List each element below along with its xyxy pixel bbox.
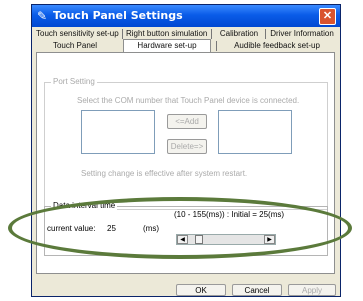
highlight-ellipse bbox=[8, 197, 352, 259]
tab-separator bbox=[211, 29, 212, 39]
window-title: Touch Panel Settings bbox=[53, 9, 183, 22]
ok-button[interactable]: OK bbox=[176, 284, 226, 296]
tab-separator bbox=[122, 29, 123, 39]
tab-separator bbox=[216, 41, 217, 51]
available-ports-list[interactable] bbox=[81, 110, 155, 154]
tab-separator bbox=[265, 29, 266, 39]
tab-touch-sensitivity[interactable]: Touch sensitivity set-up bbox=[36, 28, 119, 39]
restart-note: Setting change is effective after system… bbox=[81, 169, 248, 178]
pencil-icon: ✎ bbox=[37, 9, 48, 23]
tab-right-button-simulation[interactable]: Right button simulation bbox=[126, 28, 207, 39]
tab-audible-feedback[interactable]: Audible feedback set-up bbox=[222, 40, 332, 51]
apply-button[interactable]: Apply bbox=[288, 284, 336, 296]
title-bar[interactable]: ✎ Touch Panel Settings ✕ bbox=[32, 5, 340, 27]
tab-driver-information[interactable]: Driver Information bbox=[269, 28, 335, 39]
connected-ports-list[interactable] bbox=[218, 110, 292, 154]
add-button[interactable]: <=Add bbox=[167, 114, 207, 129]
port-instruction: Select the COM number that Touch Panel d… bbox=[77, 96, 300, 105]
delete-button[interactable]: Delete=> bbox=[167, 139, 207, 154]
close-button[interactable]: ✕ bbox=[319, 8, 336, 25]
tab-calibration[interactable]: Calibration bbox=[216, 28, 262, 39]
close-icon: ✕ bbox=[322, 10, 333, 22]
cancel-button[interactable]: Cancel bbox=[232, 284, 282, 296]
tab-hardware-setup[interactable]: Hardware set-up bbox=[123, 39, 211, 52]
port-setting-title: Port Setting bbox=[51, 77, 97, 86]
tab-touch-panel[interactable]: Touch Panel bbox=[40, 40, 110, 51]
